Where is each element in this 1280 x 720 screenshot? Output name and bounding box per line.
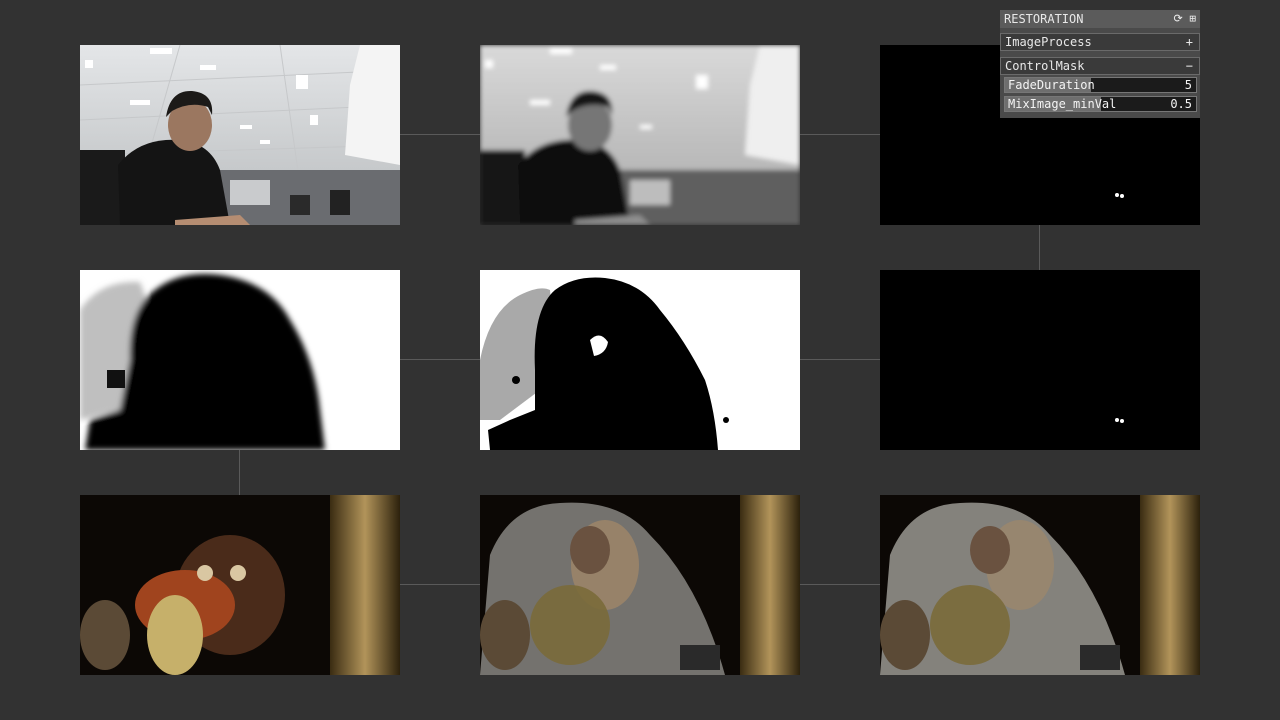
final-output-view xyxy=(880,495,1200,675)
group-controlmask[interactable]: ControlMask − xyxy=(1000,57,1200,75)
group-imageprocess[interactable]: ImageProcess + xyxy=(1000,33,1200,51)
connector-line xyxy=(400,359,480,360)
slider-label: FadeDuration xyxy=(1008,78,1095,92)
panel-header[interactable]: RESTORATION ⟳ ⊞ xyxy=(1000,10,1200,28)
slider-value: 0.5 xyxy=(1170,97,1192,111)
miximage-minval-slider[interactable]: MixImage_minVal 0.5 xyxy=(1004,96,1197,112)
connector-line xyxy=(800,359,880,360)
save-icon[interactable]: ⊞ xyxy=(1189,12,1196,25)
smoothed-mask-view xyxy=(80,270,400,450)
reload-icon[interactable]: ⟳ xyxy=(1174,12,1183,25)
camera-input-view xyxy=(80,45,400,225)
combined-mask-view xyxy=(880,270,1200,450)
slider-value: 5 xyxy=(1184,78,1192,92)
fadeduration-slider[interactable]: FadeDuration 5 xyxy=(1004,77,1197,93)
connector-line xyxy=(800,584,880,585)
connector-line xyxy=(239,450,240,495)
connector-line xyxy=(400,134,480,135)
connector-line xyxy=(800,134,880,135)
group-label: ImageProcess xyxy=(1005,35,1092,49)
group-label: ControlMask xyxy=(1005,59,1085,73)
blurred-grayscale-view xyxy=(480,45,800,225)
connector-line xyxy=(1039,225,1040,270)
collapse-toggle[interactable]: − xyxy=(1186,58,1193,75)
slider-label: MixImage_minVal xyxy=(1008,97,1117,111)
restoration-panel[interactable]: RESTORATION ⟳ ⊞ ImageProcess + ControlMa… xyxy=(1000,10,1200,118)
panel-title: RESTORATION xyxy=(1004,12,1084,26)
background-image-view xyxy=(80,495,400,675)
connector-line xyxy=(400,584,480,585)
threshold-mask-view xyxy=(480,270,800,450)
mixed-output-view xyxy=(480,495,800,675)
expand-toggle[interactable]: + xyxy=(1186,34,1193,51)
